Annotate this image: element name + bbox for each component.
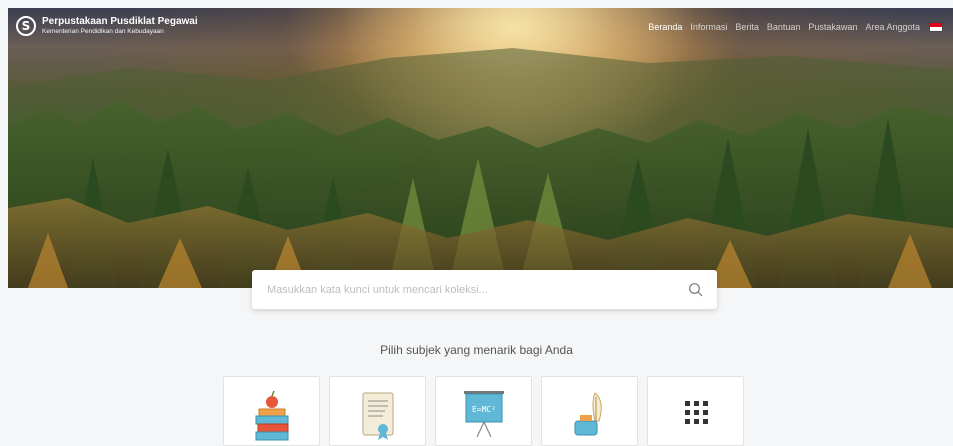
blackboard-formula: E=MC² [471, 405, 495, 414]
nav-informasi[interactable]: Informasi [690, 22, 727, 32]
forest-illustration [8, 48, 953, 288]
brand-subtitle: Kementerian Pendidikan dan Kebudayaan [42, 27, 164, 35]
indonesia-flag-icon[interactable] [929, 22, 943, 32]
nav-pustakawan[interactable]: Pustakawan [808, 22, 857, 32]
certificate-scroll-icon [362, 392, 393, 440]
main-nav: Beranda Informasi Berita Bantuan Pustaka… [640, 22, 943, 32]
search-input[interactable] [265, 282, 688, 297]
subject-card-certificate[interactable] [329, 376, 426, 446]
inkwell-quill-icon [574, 392, 602, 436]
grid-dots-icon [684, 401, 708, 424]
s-circle-logo-icon: S [16, 16, 36, 36]
search-icon[interactable] [688, 282, 704, 298]
blackboard-emc2-icon: E=MC² [463, 391, 504, 438]
subject-card-all[interactable] [647, 376, 744, 446]
hero-banner [8, 8, 953, 288]
subject-tagline: Pilih subjek yang menarik bagi Anda [380, 343, 573, 357]
nav-berita[interactable]: Berita [735, 22, 759, 32]
subject-card-books[interactable] [223, 376, 320, 446]
brand[interactable]: S Perpustakaan Pusdiklat Pegawai Kemente… [16, 16, 198, 36]
nav-bantuan[interactable]: Bantuan [767, 22, 801, 32]
subject-card-writing[interactable] [541, 376, 638, 446]
subject-card-science[interactable]: E=MC² [435, 376, 532, 446]
subject-cards: E=MC² [223, 376, 753, 446]
search-bar [252, 270, 717, 309]
nav-beranda[interactable]: Beranda [648, 22, 682, 32]
brand-title: Perpustakaan Pusdiklat Pegawai [42, 15, 198, 27]
books-apple-icon [255, 390, 288, 441]
nav-area-anggota[interactable]: Area Anggota [865, 22, 920, 32]
